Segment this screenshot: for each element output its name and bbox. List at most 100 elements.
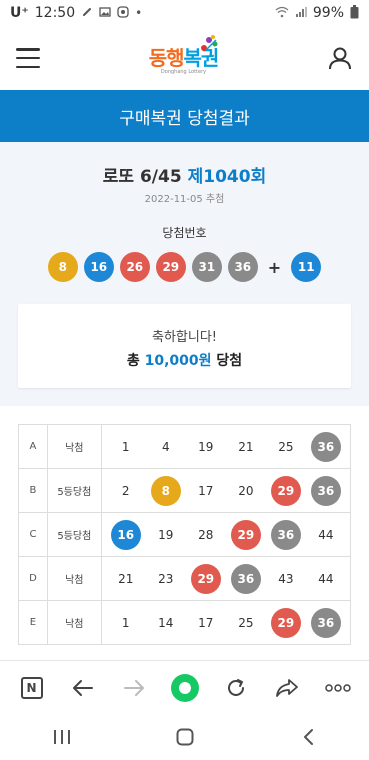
battery-icon (350, 4, 359, 22)
ticket-number-matched: 29 (230, 519, 261, 550)
user-icon[interactable] (327, 45, 353, 71)
winning-ball: 29 (155, 252, 186, 282)
ticket-number: 4 (161, 439, 170, 454)
prize-amount: 10,000원 (144, 353, 212, 369)
ticket-number-matched: 36 (230, 563, 261, 594)
ticket-number: 1 (121, 615, 130, 630)
ticket-game-label: E (19, 601, 48, 644)
refresh-icon[interactable] (219, 671, 253, 705)
ticket-row: A 낙첨 1 4 19 21 25 36 (19, 425, 351, 469)
draw-game-name: 로또 6/45 (102, 167, 182, 187)
ticket-numbers: 21 23 29 36 43 44 (102, 557, 351, 600)
ticket-number-matched: 36 (310, 607, 341, 638)
app-header: 동행복권 Donghang Lottery (0, 28, 369, 88)
ticket-number: 2 (121, 483, 130, 498)
bonus-plus-sign: + (267, 257, 282, 277)
ticket-row: D 낙첨 21 23 29 36 43 44 (19, 557, 351, 601)
ticket-number-matched: 36 (310, 431, 341, 462)
ticket-rank-label: 낙첨 (48, 557, 102, 600)
ticket-number: 17 (198, 483, 214, 498)
draw-date: 2022-11-05 추첨 (144, 194, 225, 205)
ticket-number: 44 (318, 571, 334, 586)
winning-ball: 8 (47, 252, 78, 282)
ticket-game-label: B (19, 469, 48, 512)
battery-percent: 99% (312, 5, 344, 21)
ticket-row: C 5등당첨 16 19 28 29 36 44 (19, 513, 351, 557)
ticket-game-label: D (19, 557, 48, 600)
ticket-number: 14 (158, 615, 174, 630)
ticket-number: 17 (198, 615, 214, 630)
winning-numbers: 8 16 26 29 31 36 + 11 (0, 252, 369, 282)
link-icon (81, 6, 93, 21)
logo-burst-icon (201, 35, 218, 51)
ticket-number: 25 (238, 615, 254, 630)
forward-arrow-icon[interactable] (117, 671, 151, 705)
ticket-rank-label: 낙첨 (48, 425, 102, 468)
status-bar-left: U⁺ 12:50 • (10, 5, 142, 21)
ticket-number: 20 (238, 483, 254, 498)
draw-title: 로또 6/45 제1040회 (0, 162, 369, 187)
home-dot-icon[interactable] (168, 671, 202, 705)
app-icon (117, 5, 129, 21)
draw-round: 제1040회 (187, 167, 267, 187)
back-icon[interactable] (288, 717, 328, 757)
status-bar-right: 99% (275, 4, 359, 22)
ticket-rank-label: 5등당첨 (48, 513, 102, 556)
ticket-number: 25 (278, 439, 294, 454)
signal-icon (295, 6, 307, 21)
winning-ball: 31 (191, 252, 222, 282)
congrats-message: 축하합니다! (151, 330, 217, 345)
ticket-number: 19 (158, 527, 174, 542)
winning-ball: 26 (119, 252, 150, 282)
ticket-number: 21 (118, 571, 134, 586)
ticket-game-label: A (19, 425, 48, 468)
prize-suffix: 당첨 (216, 353, 243, 369)
page-title-bar: 구매복권 당첨결과 (0, 90, 369, 142)
ticket-number: 19 (198, 439, 214, 454)
carrier-label: U⁺ (10, 5, 29, 21)
ticket-number: 23 (158, 571, 174, 586)
ticket-number: 43 (278, 571, 294, 586)
ticket-number-matched: 16 (110, 519, 141, 550)
dot-icon: • (135, 6, 143, 20)
wifi-icon (275, 6, 289, 21)
ticket-table: A 낙첨 1 4 19 21 25 36 B 5등당첨 2 8 17 20 29 36 C 5등당첨 16 19 28 2… (18, 424, 351, 645)
ticket-number: 1 (121, 439, 130, 454)
ticket-numbers: 16 19 28 29 36 44 (102, 513, 351, 556)
status-bar: U⁺ 12:50 • 99% (0, 0, 369, 26)
recent-apps-icon[interactable] (42, 717, 82, 757)
ticket-number-matched: 29 (190, 563, 221, 594)
draw-result-panel: 로또 6/45 제1040회 2022-11-05 추첨 당첨번호 8 16 2… (0, 142, 369, 406)
ticket-row: B 5등당첨 2 8 17 20 29 36 (19, 469, 351, 513)
ticket-number-matched: 29 (270, 607, 301, 638)
ticket-rank-label: 낙첨 (48, 601, 102, 644)
share-icon[interactable] (270, 671, 304, 705)
ticket-number-matched: 36 (270, 519, 301, 550)
hamburger-menu-icon[interactable] (16, 48, 40, 68)
ticket-number: 21 (238, 439, 254, 454)
ticket-number-matched: 29 (270, 475, 301, 506)
ticket-game-label: C (19, 513, 48, 556)
ticket-numbers: 1 14 17 25 29 36 (102, 601, 351, 644)
ticket-number-matched: 36 (310, 475, 341, 506)
status-time: 12:50 (34, 5, 76, 21)
more-dots-icon[interactable] (321, 671, 355, 705)
logo-subtitle: Donghang Lottery (160, 68, 207, 75)
page-title: 구매복권 당첨결과 (119, 108, 250, 129)
system-nav-bar (0, 714, 369, 760)
ticket-numbers: 2 8 17 20 29 36 (102, 469, 351, 512)
ticket-rank-label: 5등당첨 (48, 469, 102, 512)
bonus-ball: 11 (291, 252, 322, 282)
image-icon (99, 6, 111, 21)
naver-n-icon[interactable]: N (15, 671, 49, 705)
home-icon[interactable] (165, 717, 205, 757)
prize-total: 총 10,000원 당첨 (18, 350, 351, 370)
ticket-row: E 낙첨 1 14 17 25 29 36 (19, 601, 351, 645)
congrats-card: 축하합니다! 총 10,000원 당첨 (18, 304, 351, 388)
ticket-number-matched: 8 (150, 475, 181, 506)
browser-toolbar: N (0, 660, 369, 714)
winning-ball: 36 (227, 252, 258, 282)
ticket-numbers: 1 4 19 21 25 36 (102, 425, 351, 468)
back-arrow-icon[interactable] (66, 671, 100, 705)
winning-numbers-label: 당첨번호 (162, 226, 207, 240)
